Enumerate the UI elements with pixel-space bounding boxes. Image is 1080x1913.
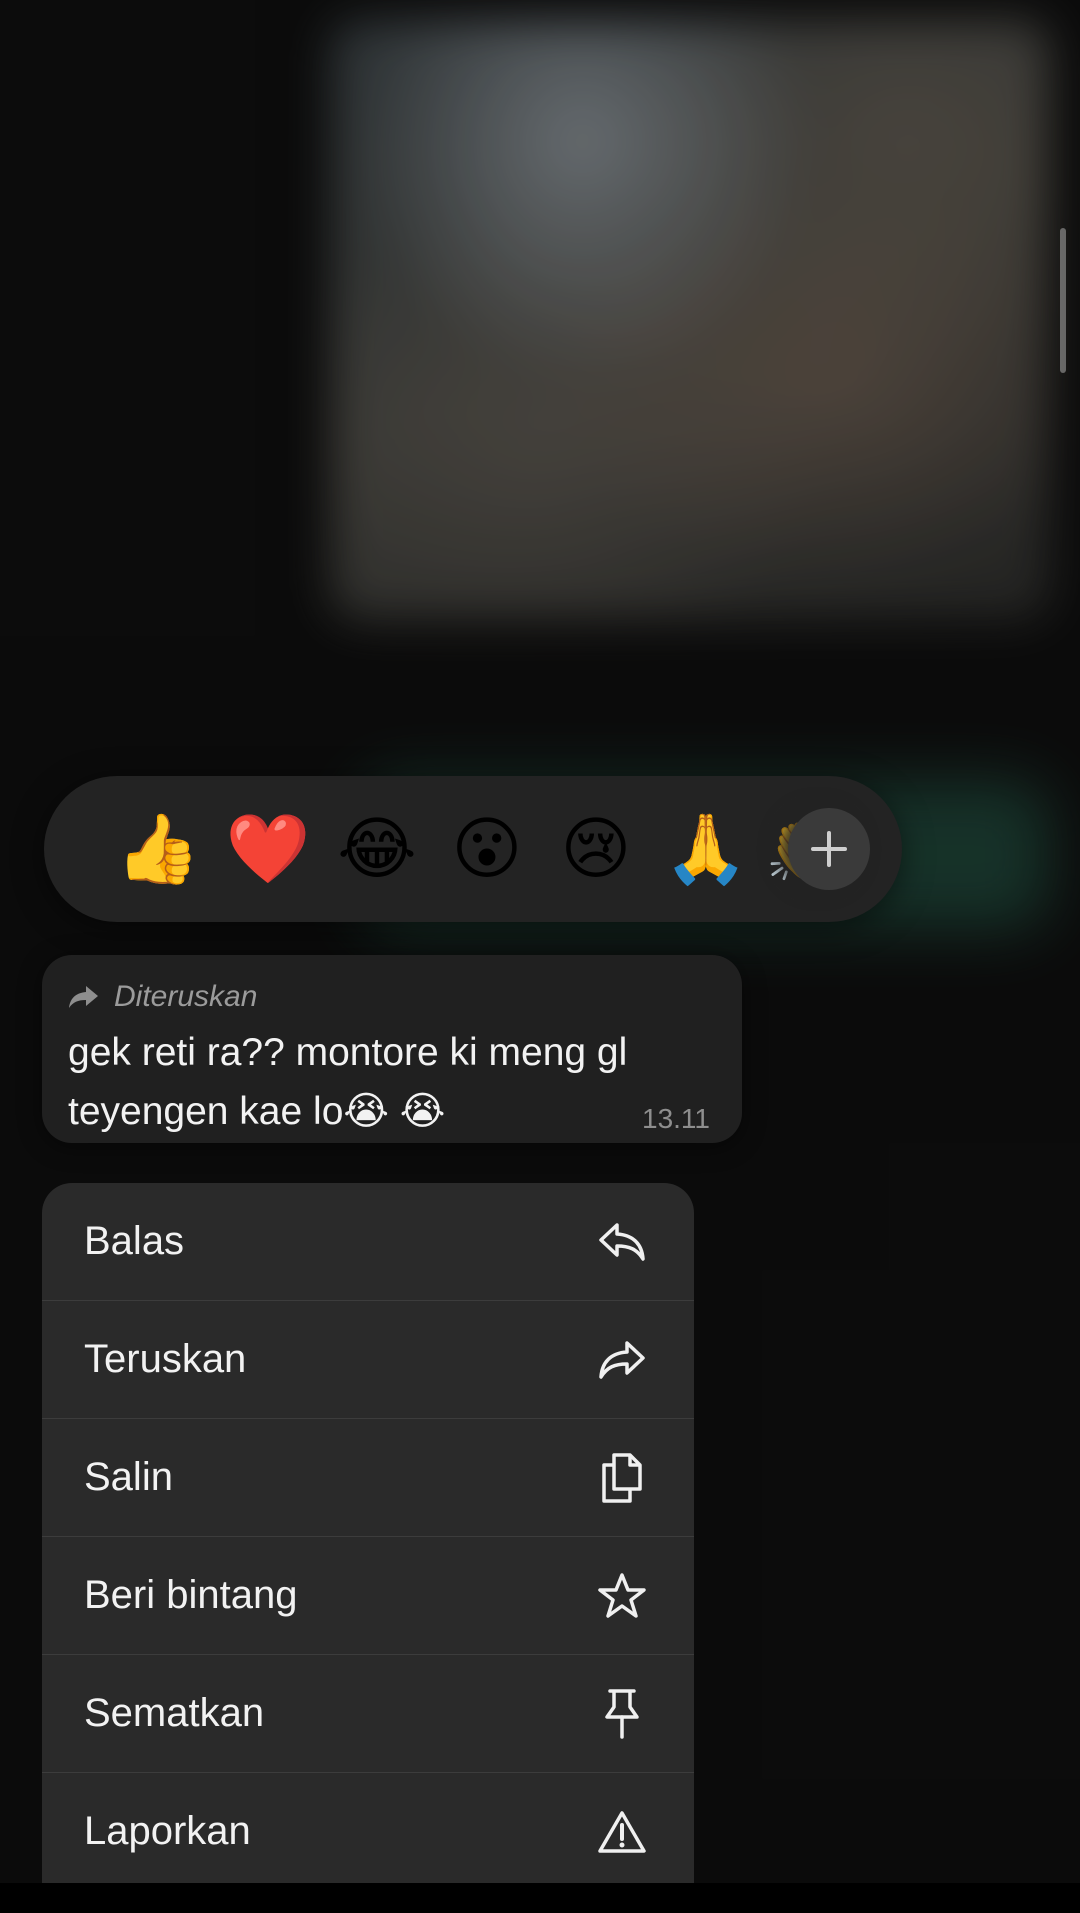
menu-item-reply[interactable]: Balas [42, 1183, 694, 1301]
star-icon [596, 1570, 648, 1622]
message-time: 13.11 [642, 1103, 710, 1134]
pin-icon [596, 1688, 648, 1740]
forward-arrow-icon [69, 986, 98, 1008]
reaction-thumbs-up[interactable]: 👍 [115, 806, 201, 892]
forwarded-label: Diteruskan [114, 980, 258, 1013]
menu-item-label: Beri bintang [84, 1573, 298, 1617]
scrollbar[interactable] [1060, 228, 1066, 373]
message-context-menu: Balas Teruskan Salin Beri bintang Sematk… [42, 1183, 694, 1913]
menu-item-forward[interactable]: Teruskan [42, 1301, 694, 1419]
reaction-red-heart[interactable]: ❤️ [225, 806, 311, 892]
reply-icon [596, 1216, 648, 1268]
menu-item-star[interactable]: Beri bintang [42, 1537, 694, 1655]
menu-item-pin[interactable]: Sematkan [42, 1655, 694, 1773]
reaction-surprised[interactable]: 😮 [444, 806, 530, 892]
reaction-crying[interactable]: 😢 [553, 806, 639, 892]
menu-item-label: Laporkan [84, 1809, 251, 1853]
menu-item-label: Salin [84, 1455, 173, 1499]
system-navigation-bar [0, 1883, 1080, 1913]
reaction-bar: 👍 ❤️ 😂 😮 😢 🙏 👏 [44, 776, 902, 922]
message-bubble[interactable]: Diteruskan gek reti ra?? montore ki meng… [42, 955, 742, 1143]
menu-item-report[interactable]: Laporkan [42, 1773, 694, 1890]
warning-icon [596, 1806, 648, 1858]
copy-icon [596, 1452, 648, 1504]
reaction-tears-of-joy[interactable]: 😂 [334, 806, 420, 892]
chat-screen: 👍 ❤️ 😂 😮 😢 🙏 👏 Diteruskan gek reti ra?? … [0, 0, 1080, 1913]
menu-item-copy[interactable]: Salin [42, 1419, 694, 1537]
forwarded-indicator: Diteruskan [68, 977, 257, 1017]
message-text: gek reti ra?? montore ki meng gl teyenge… [68, 1031, 628, 1133]
menu-item-label: Sematkan [84, 1691, 265, 1735]
more-reactions-button[interactable] [788, 808, 870, 890]
menu-item-label: Balas [84, 1219, 185, 1263]
forward-icon [596, 1334, 648, 1386]
menu-item-label: Teruskan [84, 1337, 247, 1381]
reaction-folded-hands[interactable]: 🙏 [663, 806, 749, 892]
